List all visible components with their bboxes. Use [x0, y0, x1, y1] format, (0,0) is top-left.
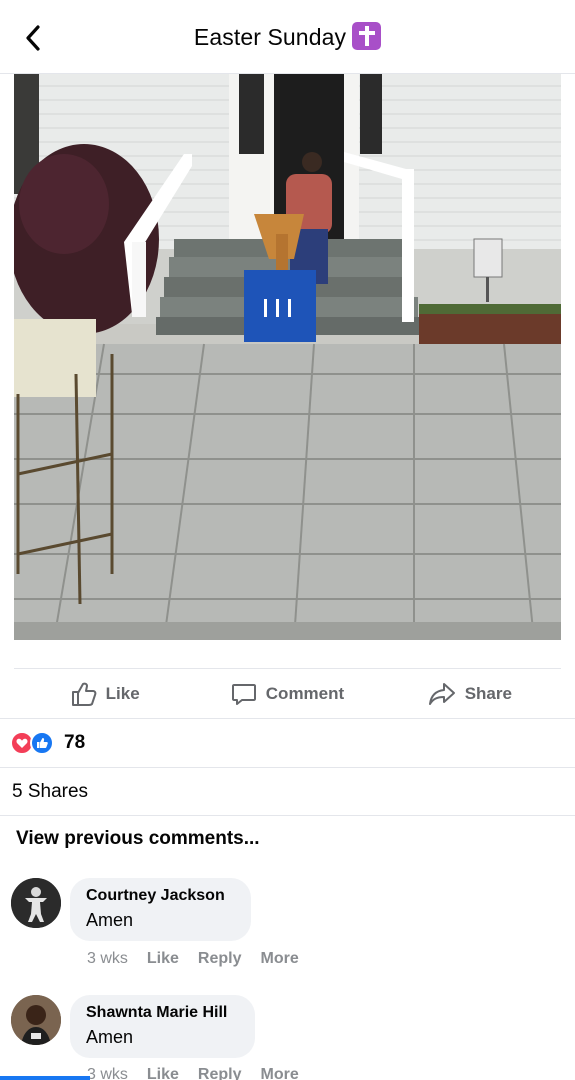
avatar[interactable]	[11, 878, 61, 928]
latin-cross-icon	[352, 22, 382, 50]
view-previous-comments-link[interactable]: View previous comments...	[16, 828, 260, 850]
post-video[interactable]	[14, 74, 561, 640]
page-title: Easter Sunday	[0, 22, 575, 51]
comment-author[interactable]: Courtney Jackson	[86, 887, 235, 905]
comment-like-button[interactable]: Like	[147, 950, 179, 968]
shares-label: 5 Shares	[12, 780, 89, 802]
comment-timestamp: 3 wks	[87, 1066, 128, 1080]
post-header: Easter Sunday	[0, 0, 575, 74]
comment-reply-button[interactable]: Reply	[198, 950, 242, 968]
comment-reply-button[interactable]: Reply	[198, 1066, 242, 1080]
like-button-label: Like	[105, 683, 140, 703]
reaction-count: 78	[64, 732, 86, 753]
reaction-icons	[10, 731, 58, 755]
comment-timestamp: 3 wks	[87, 950, 128, 967]
like-reaction-icon	[30, 731, 54, 755]
share-arrow-icon	[428, 682, 455, 705]
comment-text: Amen	[86, 1027, 134, 1047]
share-button-label: Share	[464, 683, 512, 703]
comment-author[interactable]: Shawnta Marie Hill	[86, 1004, 239, 1022]
comment-meta: 3 wks Like Reply More	[87, 1066, 318, 1080]
comment-more-button[interactable]: More	[261, 1066, 299, 1080]
page-title-text: Easter Sunday	[193, 24, 347, 50]
loading-indicator	[0, 1076, 90, 1080]
comment-bubble[interactable]: Courtney Jackson Amen	[70, 878, 251, 941]
thumbs-up-icon	[71, 682, 97, 706]
comment-meta: 3 wks Like Reply More	[87, 950, 318, 968]
comment-button[interactable]: Comment	[196, 669, 378, 718]
comment-more-button[interactable]: More	[261, 950, 299, 968]
post-action-bar: Like Comment Share	[14, 668, 561, 718]
avatar[interactable]	[11, 995, 61, 1045]
comment-bubble-icon	[231, 683, 256, 705]
share-button[interactable]: Share	[379, 669, 561, 718]
shares-count[interactable]: 5 Shares	[0, 768, 575, 816]
comment-button-label: Comment	[265, 683, 345, 703]
like-button[interactable]: Like	[14, 669, 196, 718]
video-frame-illustration	[14, 74, 561, 640]
comment-like-button[interactable]: Like	[147, 1066, 179, 1080]
comment-text: Amen	[86, 910, 134, 930]
reactions-summary[interactable]: 78	[0, 718, 575, 768]
comment-bubble[interactable]: Shawnta Marie Hill Amen	[70, 995, 255, 1058]
